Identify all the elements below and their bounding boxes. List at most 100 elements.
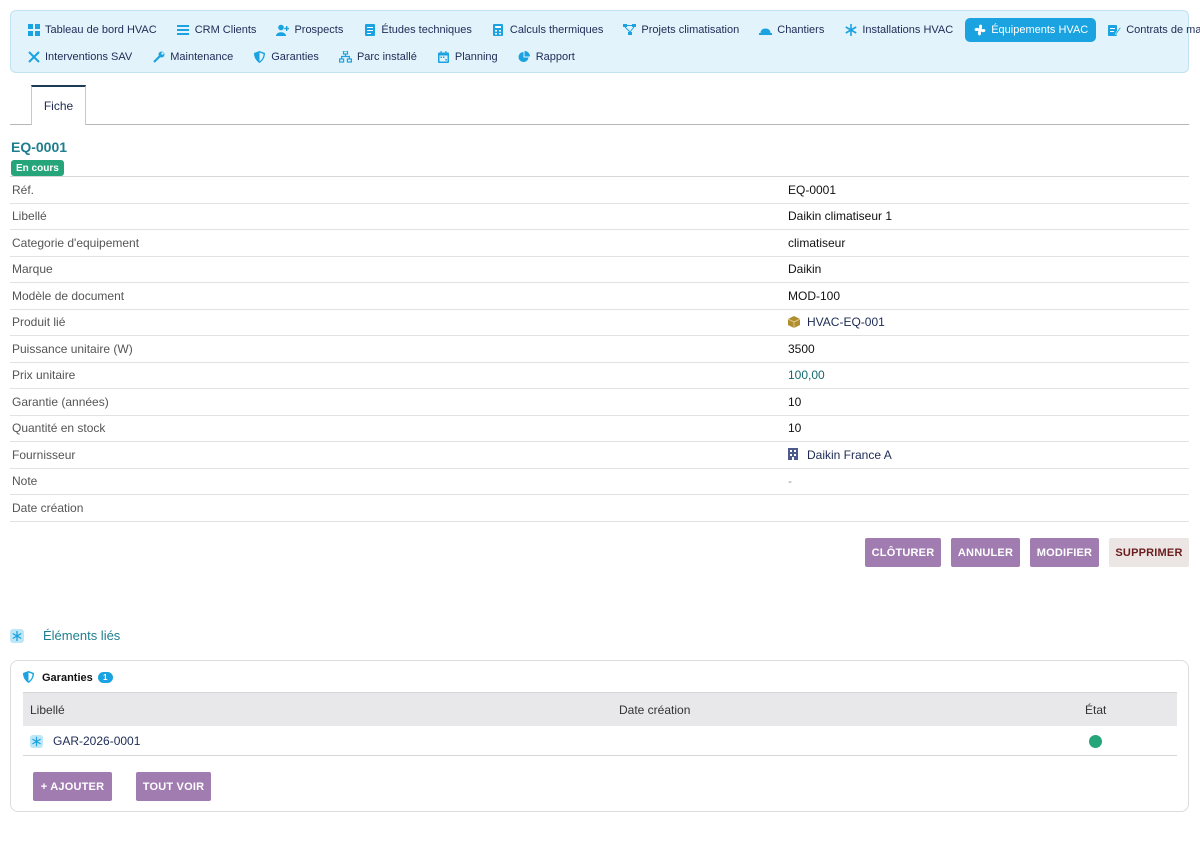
field-value: 3500 bbox=[788, 341, 815, 356]
record-tabs: Fiche bbox=[10, 84, 1189, 125]
nav-item-contrats-maintenance[interactable]: Contrats de maintenance bbox=[1100, 18, 1200, 42]
nav-item-label: Calculs thermiques bbox=[509, 24, 604, 36]
guarantees-table-header: Libellé Date création État bbox=[23, 692, 1177, 726]
supplier-link[interactable]: Daikin France A bbox=[788, 448, 892, 462]
column-header-date-creation[interactable]: Date création bbox=[619, 693, 690, 727]
building-icon bbox=[788, 448, 801, 461]
nav-item-label: CRM Clients bbox=[194, 24, 257, 36]
field-row-modele: Modèle de document MOD-100 bbox=[10, 283, 1189, 310]
field-row-puissance: Puissance unitaire (W) 3500 bbox=[10, 336, 1189, 363]
product-link[interactable]: HVAC-EQ-001 bbox=[788, 315, 885, 329]
product-link-label: HVAC-EQ-001 bbox=[807, 315, 885, 330]
guarantee-link[interactable]: GAR-2026-0001 bbox=[30, 726, 140, 756]
nav-item-equipements-hvac[interactable]: Équipements HVAC bbox=[965, 18, 1097, 42]
nav-item-label: Maintenance bbox=[170, 51, 234, 63]
guarantees-panel: Garanties 1 Libellé Date création État G… bbox=[10, 660, 1189, 812]
add-guarantee-button[interactable]: + AJOUTER bbox=[33, 772, 112, 801]
field-row-ref: Réf. EQ-0001 bbox=[10, 177, 1189, 204]
linked-elements-header: Éléments liés bbox=[10, 628, 120, 643]
nav-item-interventions-sav[interactable]: Interventions SAV bbox=[19, 45, 140, 69]
guarantees-panel-header: Garanties 1 bbox=[23, 671, 113, 684]
price-value: 100,00 bbox=[788, 368, 825, 383]
guarantees-count-badge: 1 bbox=[97, 672, 113, 683]
field-label: Note bbox=[12, 474, 38, 489]
field-row-libelle: Libellé Daikin climatiseur 1 bbox=[10, 204, 1189, 230]
field-label: Quantité en stock bbox=[12, 421, 106, 436]
delete-record-button[interactable]: SUPPRIMER bbox=[1109, 538, 1189, 567]
field-label: Produit lié bbox=[12, 315, 66, 330]
field-label: Libellé bbox=[12, 209, 47, 224]
field-row-stock: Quantité en stock 10 bbox=[10, 416, 1189, 442]
field-row-note: Note - bbox=[10, 469, 1189, 495]
field-value: Daikin bbox=[788, 262, 822, 277]
guarantees-panel-title: Garanties bbox=[42, 671, 93, 684]
document-icon bbox=[363, 24, 376, 37]
wrench-icon bbox=[152, 51, 165, 64]
nav-item-label: Rapport bbox=[535, 51, 575, 63]
nav-item-planning[interactable]: Planning bbox=[429, 45, 506, 69]
nav-item-projets-climatisation[interactable]: Projets climatisation bbox=[615, 18, 747, 42]
field-label: Marque bbox=[12, 262, 53, 277]
nav-row-1: Tableau de bord HVAC CRM Clients Prospec… bbox=[19, 17, 1200, 43]
nav-item-tableau-de-bord[interactable]: Tableau de bord HVAC bbox=[19, 18, 165, 42]
nav-item-chantiers[interactable]: Chantiers bbox=[751, 18, 832, 42]
cancel-record-button[interactable]: ANNULER bbox=[951, 538, 1020, 567]
nav-item-label: Interventions SAV bbox=[45, 51, 133, 63]
nav-item-installations-hvac[interactable]: Installations HVAC bbox=[836, 18, 961, 42]
nav-item-garanties[interactable]: Garanties bbox=[245, 45, 327, 69]
snowflake-badge-icon bbox=[30, 734, 43, 748]
tab-fiche[interactable]: Fiche bbox=[31, 85, 86, 125]
snowflake-icon bbox=[844, 24, 857, 37]
nav-item-label: Études techniques bbox=[381, 24, 472, 36]
field-value: climatiseur bbox=[788, 235, 846, 250]
close-record-button[interactable]: CLÔTURER bbox=[865, 538, 941, 567]
field-row-fournisseur: Fournisseur Daikin France A bbox=[10, 442, 1189, 469]
nav-item-label: Prospects bbox=[294, 24, 344, 36]
nav-item-parc-installe[interactable]: Parc installé bbox=[331, 45, 425, 69]
nav-item-label: Contrats de maintenance bbox=[1126, 24, 1200, 36]
nav-item-maintenance[interactable]: Maintenance bbox=[144, 45, 241, 69]
field-value: MOD-100 bbox=[788, 288, 841, 303]
nav-item-label: Tableau de bord HVAC bbox=[45, 24, 157, 36]
column-header-libelle[interactable]: Libellé bbox=[30, 693, 65, 727]
column-header-etat[interactable]: État bbox=[1085, 693, 1106, 727]
user-plus-icon bbox=[276, 24, 290, 37]
product-box-icon bbox=[788, 315, 801, 329]
field-label: Puissance unitaire (W) bbox=[12, 341, 133, 356]
field-value: EQ-0001 bbox=[788, 182, 837, 197]
field-value: - bbox=[788, 474, 792, 489]
tools-icon bbox=[27, 51, 40, 64]
field-value: 10 bbox=[788, 394, 802, 409]
field-label: Fournisseur bbox=[12, 447, 76, 462]
see-all-guarantees-button[interactable]: TOUT VOIR bbox=[136, 772, 211, 801]
field-value: 10 bbox=[788, 421, 802, 436]
guarantee-ref: GAR-2026-0001 bbox=[53, 734, 141, 748]
nav-item-prospects[interactable]: Prospects bbox=[268, 18, 351, 42]
field-label: Réf. bbox=[12, 182, 35, 197]
calendar-icon bbox=[437, 51, 450, 64]
nav-item-calculs-thermiques[interactable]: Calculs thermiques bbox=[484, 18, 612, 42]
pie-chart-icon bbox=[518, 51, 531, 64]
table-row: GAR-2026-0001 bbox=[23, 726, 1177, 756]
snowflake-badge-icon bbox=[10, 628, 24, 643]
field-row-marque: Marque Daikin bbox=[10, 257, 1189, 283]
fan-icon bbox=[973, 24, 986, 37]
nav-item-crm-clients[interactable]: CRM Clients bbox=[169, 18, 265, 42]
nav-item-label: Équipements HVAC bbox=[991, 24, 1089, 36]
project-tree-icon bbox=[623, 24, 637, 37]
nav-item-label: Projets climatisation bbox=[641, 24, 740, 36]
status-dot-icon bbox=[1089, 734, 1102, 748]
edit-record-button[interactable]: MODIFIER bbox=[1030, 538, 1099, 567]
nav-row-2: Interventions SAV Maintenance Garanties … bbox=[19, 44, 1180, 70]
field-row-garantie: Garantie (années) 10 bbox=[10, 389, 1189, 416]
status-badge: En cours bbox=[11, 160, 64, 176]
nav-item-label: Garanties bbox=[271, 51, 319, 63]
nav-item-rapport[interactable]: Rapport bbox=[510, 45, 583, 69]
guarantee-state bbox=[1089, 726, 1102, 756]
supplier-link-label: Daikin France A bbox=[807, 447, 892, 462]
contract-icon bbox=[1108, 24, 1122, 37]
field-row-prix: Prix unitaire 100,00 bbox=[10, 363, 1189, 389]
nav-item-etudes-techniques[interactable]: Études techniques bbox=[355, 18, 480, 42]
nav-item-label: Chantiers bbox=[777, 24, 825, 36]
field-label: Date création bbox=[12, 500, 84, 515]
